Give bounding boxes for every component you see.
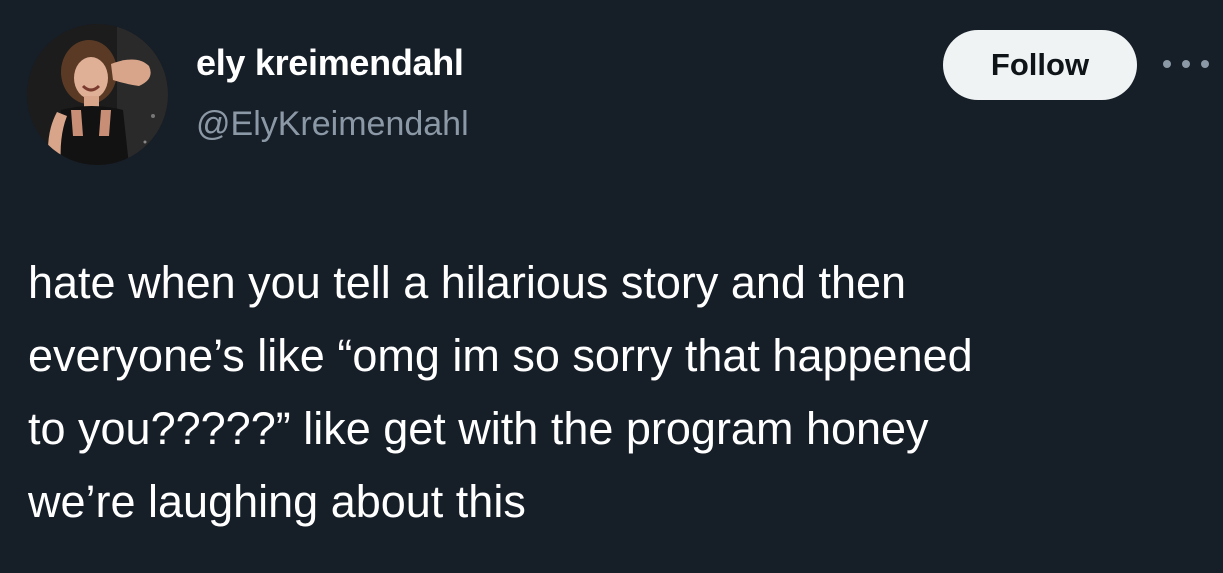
tweet-text-line: everyone’s like “omg im so sorry that ha… [28,330,973,381]
avatar[interactable] [27,24,168,165]
tweet-text: hate when you tell a hilarious story and… [28,246,1198,538]
more-dot [1201,60,1209,68]
more-dot [1182,60,1190,68]
display-name[interactable]: ely kreimendahl [196,42,464,84]
tweet-card: ely kreimendahl @ElyKreimendahl Follow h… [0,0,1223,573]
follow-button[interactable]: Follow [943,30,1137,100]
more-horizontal-icon[interactable] [1163,52,1209,76]
more-dot [1163,60,1171,68]
tweet-text-line: to you?????” like get with the program h… [28,403,929,454]
tweet-text-line: we’re laughing about this [28,476,526,527]
user-handle[interactable]: @ElyKreimendahl [196,105,469,144]
profile-photo-icon [27,24,168,165]
tweet-text-line: hate when you tell a hilarious story and… [28,257,907,308]
